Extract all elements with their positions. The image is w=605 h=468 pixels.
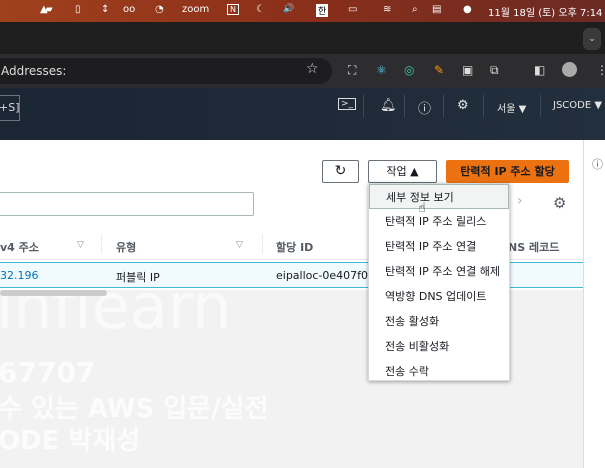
volume-icon[interactable]: 🔊 — [283, 4, 294, 14]
region-selector[interactable]: 서울 ▼ — [497, 100, 526, 115]
sort-icon[interactable]: ▽ — [236, 240, 243, 250]
side-panel-icon[interactable]: ◧ — [534, 63, 545, 77]
bookmark-star-icon[interactable]: ☆ — [306, 61, 319, 77]
search-icon[interactable]: ⌕ — [412, 4, 418, 15]
menu-item-associate[interactable]: 탄력적 IP 주소 연결 — [369, 234, 509, 259]
extensions-puzzle-icon[interactable]: ⧉ — [490, 63, 499, 78]
input-language-icon[interactable]: 한 — [316, 4, 329, 17]
menu-item-view-details[interactable]: 세부 정보 보기 — [369, 184, 509, 209]
allocate-elastic-ip-button[interactable]: 탄력적 IP 주소 할당 — [446, 160, 569, 183]
cell-allocation-id: eipalloc-0e407f00 — [276, 269, 376, 282]
next-page-icon[interactable]: › — [517, 193, 523, 209]
menu-item-update-reverse-dns[interactable]: 역방향 DNS 업데이트 — [369, 284, 509, 309]
divider — [363, 95, 364, 117]
watermark-line: 67707 — [0, 356, 96, 389]
react-devtools-icon[interactable]: ⚛ — [376, 63, 387, 77]
divider — [443, 95, 444, 117]
macos-menubar: ▲ ▰ ▯ ↕ oo ◔ zoom N ☾ 🔊 한 ▭ ≋ ⌕ ▤ ● 11월 … — [0, 0, 605, 22]
siri-icon[interactable]: ● — [463, 4, 472, 15]
cell-ipv4[interactable]: 32.196 — [0, 269, 39, 282]
bell-icon[interactable]: 🔔︎ — [380, 98, 397, 113]
battery-icon[interactable]: ▭ — [348, 4, 357, 15]
menu-item-enable-transfer[interactable]: 전송 활성화 — [369, 309, 509, 334]
pen-extension-icon[interactable]: ✎ — [434, 63, 444, 77]
control-center-icon[interactable]: ▤ — [432, 4, 441, 15]
menu-item-accept-transfer[interactable]: 전송 수락 — [369, 359, 509, 384]
column-header-ipv4[interactable]: v4 주소 — [0, 239, 39, 255]
column-header-allocation-id[interactable]: 할당 ID — [276, 239, 313, 255]
sort-icon[interactable]: ▽ — [77, 240, 84, 250]
notion-icon[interactable]: N — [227, 4, 239, 15]
tab-search-button[interactable]: ⌄ — [583, 28, 601, 50]
screenshot-extension-icon[interactable]: ⛶ — [348, 63, 356, 78]
glasses-icon[interactable]: oo — [123, 4, 135, 15]
extension-image-icon[interactable]: ▣ — [462, 63, 473, 77]
divider — [483, 95, 484, 117]
info-icon[interactable]: ⓘ — [592, 156, 603, 172]
browser-menu-icon[interactable]: ⋮ — [596, 63, 605, 77]
hand-cursor-icon: ☝ — [418, 201, 426, 216]
profile-avatar[interactable] — [562, 62, 577, 77]
actions-dropdown-menu: 세부 정보 보기 탄력적 IP 주소 릴리스 탄력적 IP 주소 연결 탄력적 … — [368, 183, 510, 381]
refresh-button[interactable]: ↻ — [322, 160, 359, 183]
moon-icon[interactable]: ☾ — [256, 4, 265, 15]
cloudshell-icon[interactable]: >_ — [338, 98, 357, 110]
divider — [540, 95, 541, 117]
help-icon[interactable]: ⓘ — [418, 98, 431, 117]
settings-gear-icon[interactable]: ⚙ — [457, 98, 469, 113]
horizontal-scrollbar[interactable] — [0, 290, 107, 296]
chat-icon[interactable]: ◔ — [155, 4, 164, 15]
column-header-type[interactable]: 유형 — [116, 239, 136, 255]
wifi-icon[interactable]: ≋ — [383, 4, 391, 15]
account-menu[interactable]: JSCODE ▼ — [553, 100, 602, 111]
menu-item-release[interactable]: 탄력적 IP 주소 릴리스 — [369, 209, 509, 234]
help-rail — [583, 140, 605, 468]
menu-item-disable-transfer[interactable]: 전송 비활성화 — [369, 334, 509, 359]
column-header-dns-record[interactable]: NS 레코드 — [508, 239, 559, 255]
address-bar[interactable]: Addresses: — [0, 58, 332, 84]
browser-tab-strip — [0, 22, 605, 54]
filter-search-input[interactable] — [0, 192, 254, 216]
extension-circle-icon[interactable]: ◎ — [404, 63, 414, 77]
divider — [262, 234, 263, 254]
actions-dropdown-button[interactable]: 작업 ▲ — [368, 160, 437, 183]
zoom-icon[interactable]: zoom — [182, 4, 209, 15]
watermark-line: ODE 박재성 — [0, 426, 141, 456]
table-preferences-icon[interactable]: ⚙ — [553, 194, 566, 212]
clock[interactable]: 11월 18일 (토) 오후 7:14 — [488, 4, 602, 19]
cell-type: 퍼블릭 IP — [116, 271, 160, 284]
divider — [404, 95, 405, 117]
phone-icon[interactable]: ▯ — [75, 4, 81, 15]
menu-item-disassociate[interactable]: 탄력적 IP 주소 연결 해제 — [369, 259, 509, 284]
search-shortcut-hint[interactable]: +S] — [0, 95, 20, 121]
arrows-icon[interactable]: ↕ — [101, 4, 109, 15]
pen-icon[interactable]: ▰ — [45, 4, 53, 15]
divider — [101, 234, 102, 254]
